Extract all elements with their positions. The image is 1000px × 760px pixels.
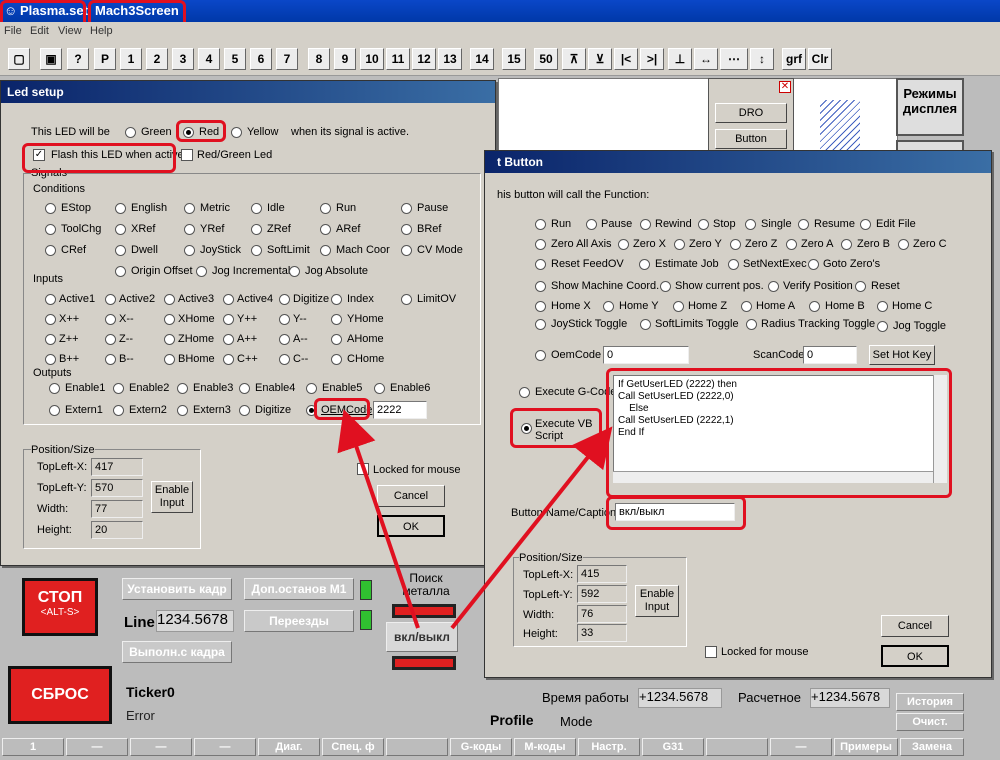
annotation-arrows [337,409,613,630]
arrow-to-oemcode [337,409,420,629]
arrow-to-exec-vb [450,426,613,630]
